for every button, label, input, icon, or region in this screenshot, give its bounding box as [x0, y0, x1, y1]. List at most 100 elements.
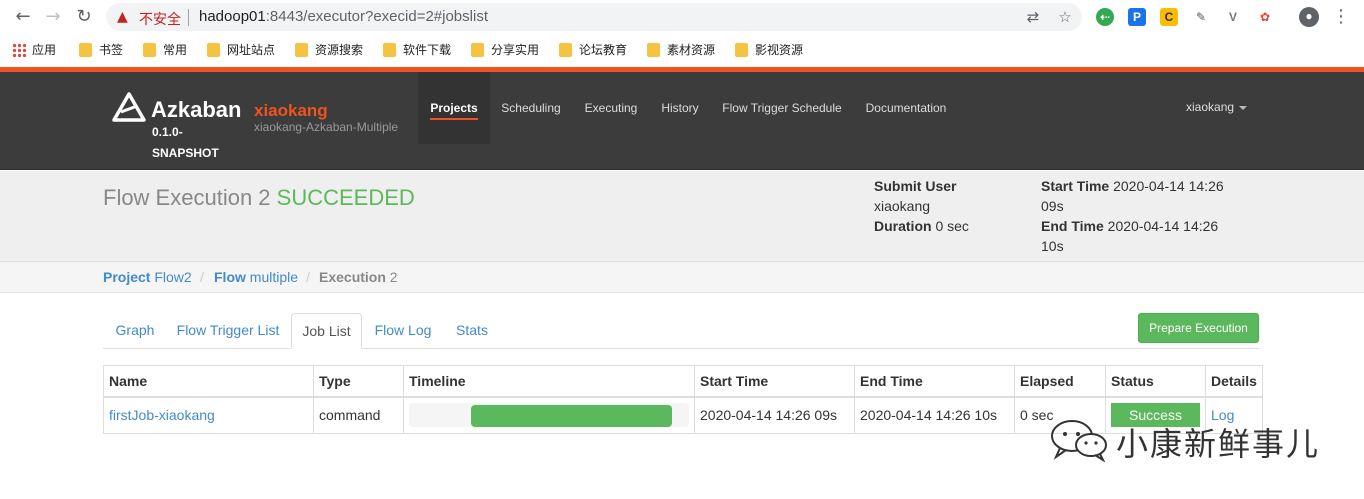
tab-stats[interactable]: Stats: [444, 313, 500, 349]
job-start-time-cell: 2020-04-14 14:26 09s: [694, 396, 855, 434]
column-header-start-time[interactable]: Start Time: [694, 365, 855, 398]
nav-history[interactable]: History: [650, 72, 710, 144]
bookmark-folder[interactable]: 资源搜索: [295, 41, 363, 59]
bookmark-folder[interactable]: 素材资源: [647, 41, 715, 59]
folder-icon: [295, 43, 308, 57]
azkaban-navbar: Azkaban 0.1.0-SNAPSHOT xiaokang xiaokang…: [0, 72, 1364, 170]
folder-icon: [79, 43, 92, 57]
folder-icon: [735, 43, 748, 57]
breadcrumb-separator: /: [306, 269, 310, 285]
folder-icon: [383, 43, 396, 57]
bookmark-folder[interactable]: 影视资源: [735, 41, 803, 59]
job-timeline-cell: [403, 396, 695, 434]
start-time-row: Start Time 2020-04-14 14:26 09s: [1041, 176, 1231, 216]
extension-c-icon[interactable]: C: [1160, 8, 1178, 26]
forward-icon[interactable]: →: [42, 6, 64, 28]
end-time-label: End Time: [1041, 218, 1104, 234]
nav-scheduling[interactable]: Scheduling: [490, 72, 572, 144]
folder-icon: [647, 43, 660, 57]
watermark: 小康新鲜事儿: [1048, 416, 1328, 466]
address-bar[interactable]: ▲ 不安全 hadoop01:8443/executor?execid=2#jo…: [106, 3, 1082, 31]
tab-graph[interactable]: Graph: [104, 313, 166, 349]
breadcrumb-project[interactable]: Project Flow2: [103, 269, 192, 285]
nav-flow-trigger-schedule[interactable]: Flow Trigger Schedule: [710, 72, 854, 144]
extension-green-icon[interactable]: ⇠: [1096, 8, 1114, 26]
profile-icon[interactable]: ●: [1299, 7, 1319, 27]
translate-icon[interactable]: ⇄: [1024, 8, 1042, 26]
bookmarks-bar: 应用 书签 常用 网址站点 资源搜索 软件下载 分享实用 论坛教育 素材资源 影…: [0, 34, 1364, 66]
back-icon[interactable]: ←: [12, 6, 34, 28]
active-nav-underline: [430, 118, 478, 120]
duration-value: 0 sec: [935, 218, 969, 234]
watermark-text: 小康新鲜事儿: [1116, 425, 1321, 463]
nav-projects[interactable]: Projects: [418, 72, 490, 144]
breadcrumb: Project Flow2 / Flow multiple / Executio…: [0, 262, 1364, 293]
column-header-type[interactable]: Type: [313, 365, 404, 398]
column-header-end-time[interactable]: End Time: [854, 365, 1015, 398]
column-header-name[interactable]: Name: [103, 365, 314, 398]
bookmark-folder[interactable]: 论坛教育: [559, 41, 627, 59]
duration-label: Duration: [874, 218, 932, 234]
column-header-elapsed[interactable]: Elapsed: [1014, 365, 1106, 398]
folder-icon: [559, 43, 572, 57]
column-header-timeline[interactable]: Timeline: [403, 365, 695, 398]
bookmark-folder[interactable]: 常用: [143, 41, 187, 59]
timeline-track: [409, 403, 689, 428]
tab-flow-log[interactable]: Flow Log: [366, 313, 440, 349]
menu-dots-icon[interactable]: ⋮: [1330, 6, 1352, 28]
column-header-details[interactable]: Details: [1205, 365, 1263, 398]
column-header-status[interactable]: Status: [1105, 365, 1206, 398]
apps-grid-icon: [12, 43, 26, 57]
prepare-execution-button[interactable]: Prepare Execution: [1138, 313, 1259, 343]
job-type-cell: command: [313, 396, 404, 434]
browser-toolbar: ← → ↻ ▲ 不安全 hadoop01:8443/executor?execi…: [0, 0, 1364, 34]
extension-p-icon[interactable]: P: [1128, 8, 1146, 26]
azkaban-brand[interactable]: Azkaban: [151, 97, 241, 123]
reload-icon[interactable]: ↻: [73, 6, 95, 28]
breadcrumb-flow[interactable]: Flow multiple: [214, 269, 298, 285]
azkaban-version: 0.1.0-SNAPSHOT: [152, 125, 219, 160]
extension-v-icon[interactable]: V: [1224, 8, 1242, 26]
bookmark-folder[interactable]: 网址站点: [207, 41, 275, 59]
folder-icon: [143, 43, 156, 57]
timeline-bar: [470, 405, 673, 428]
caret-down-icon: [1239, 105, 1248, 110]
breadcrumb-execution: Execution 2: [319, 269, 398, 285]
end-time-row: End Time 2020-04-14 14:26 10s: [1041, 216, 1231, 256]
execution-status: SUCCEEDED: [276, 185, 415, 210]
job-name-cell: firstJob-xiaokang: [103, 396, 314, 434]
user-menu[interactable]: xiaokang: [1186, 100, 1248, 114]
url-path: :8443/executor?execid=2#jobslist: [265, 8, 488, 25]
tab-job-list[interactable]: Job List: [291, 313, 362, 349]
environment-name: xiaokang: [254, 101, 328, 120]
extension-en-icon[interactable]: ✎: [1192, 8, 1210, 26]
url-text[interactable]: hadoop01:8443/executor?execid=2#jobslist: [199, 8, 488, 25]
bookmark-apps[interactable]: 应用: [12, 41, 56, 59]
bookmark-folder[interactable]: 软件下载: [383, 41, 451, 59]
job-name-link[interactable]: firstJob-xiaokang: [109, 407, 215, 423]
execution-header: Flow Execution 2 SUCCEEDED Submit User x…: [0, 171, 1364, 262]
nav-executing[interactable]: Executing: [572, 72, 650, 144]
bookmark-folder[interactable]: 书签: [79, 41, 123, 59]
bookmark-folder[interactable]: 分享实用: [471, 41, 539, 59]
job-end-time-cell: 2020-04-14 14:26 10s: [854, 396, 1015, 434]
table-header-row: Name Type Timeline Start Time End Time E…: [103, 365, 1263, 398]
tab-flow-trigger-list[interactable]: Flow Trigger List: [168, 313, 288, 349]
azkaban-logo-icon[interactable]: [112, 92, 146, 122]
omnibox-divider: [188, 9, 189, 26]
submit-info: Submit User xiaokang Duration 0 sec: [874, 176, 1024, 236]
breadcrumb-separator: /: [200, 269, 204, 285]
time-info: Start Time 2020-04-14 14:26 09s End Time…: [1041, 176, 1231, 256]
insecure-label: 不安全: [139, 12, 181, 28]
submit-user-value: xiaokang: [874, 198, 931, 214]
wechat-icon: [1051, 420, 1107, 462]
duration-row: Duration 0 sec: [874, 216, 1024, 236]
extension-puzzle-icon[interactable]: ✿: [1256, 8, 1274, 26]
star-icon[interactable]: ☆: [1056, 8, 1074, 26]
folder-icon: [207, 43, 220, 57]
start-time-label: Start Time: [1041, 178, 1110, 194]
nav-documentation[interactable]: Documentation: [854, 72, 958, 144]
folder-icon: [471, 43, 484, 57]
warning-icon: ▲: [117, 9, 128, 25]
execution-title: Flow Execution 2 SUCCEEDED: [103, 185, 415, 210]
